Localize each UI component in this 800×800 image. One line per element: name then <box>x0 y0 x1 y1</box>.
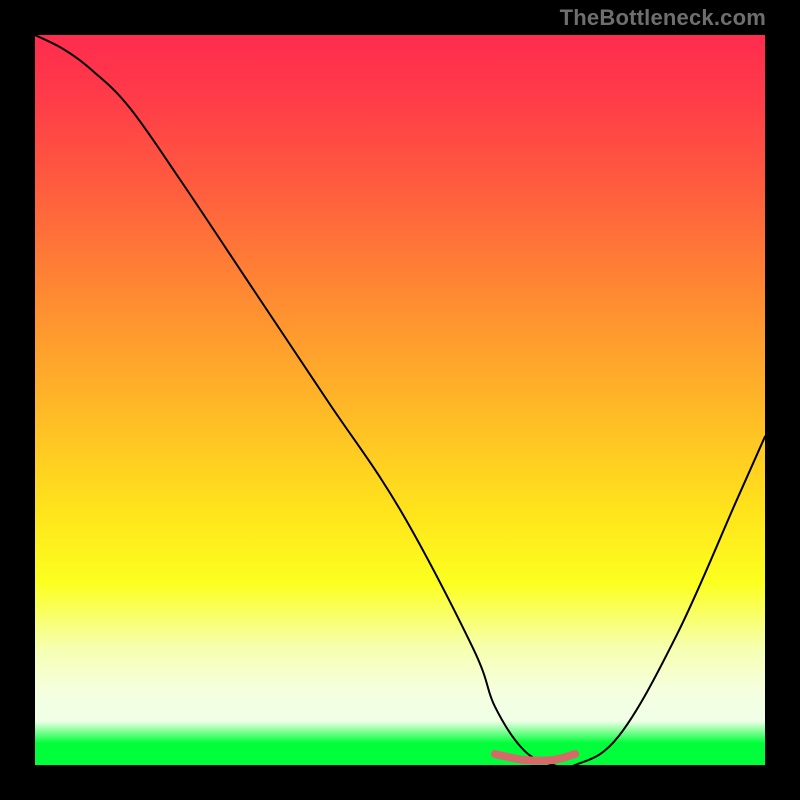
bottleneck-curve <box>35 35 765 765</box>
optimal-range-marker <box>495 754 575 761</box>
chart-svg <box>35 35 765 765</box>
watermark-text: TheBottleneck.com <box>560 5 766 31</box>
plot-area <box>35 35 765 765</box>
bottleneck-curve-path <box>35 35 765 765</box>
chart-frame: TheBottleneck.com <box>0 0 800 800</box>
optimal-range-marker-path <box>495 754 575 761</box>
